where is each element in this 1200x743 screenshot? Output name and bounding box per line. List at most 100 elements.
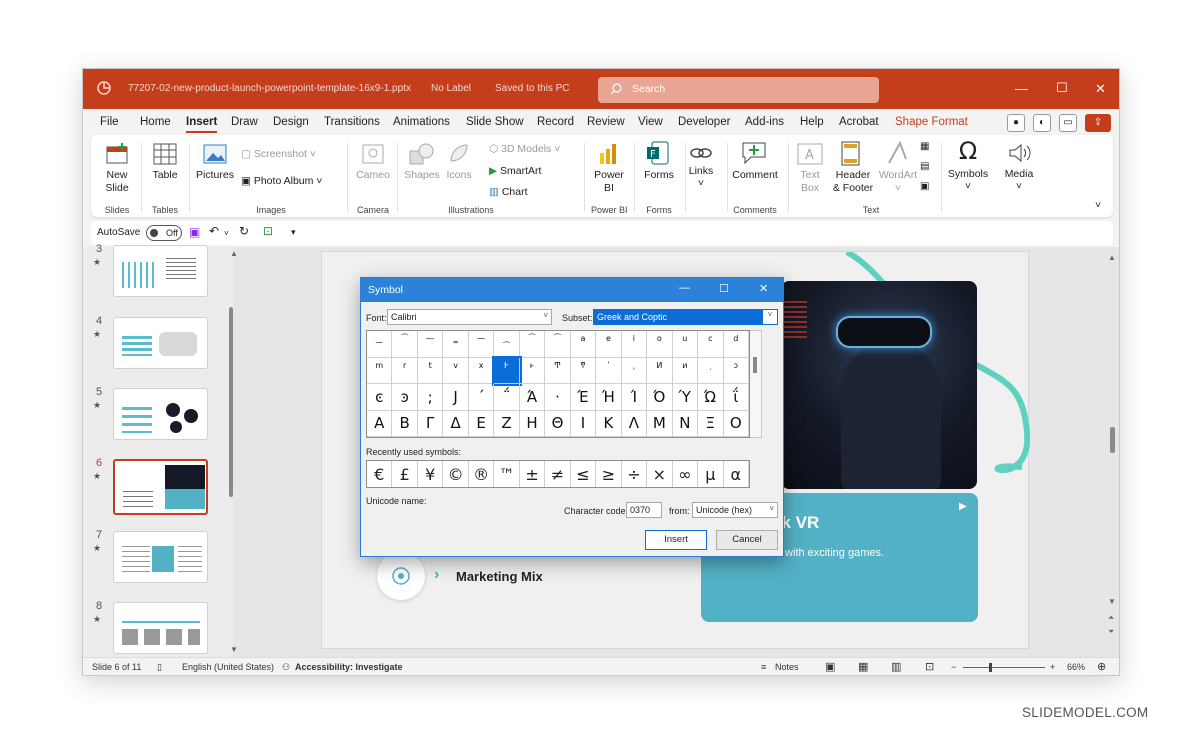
symbol-cell[interactable]: u — [672, 331, 699, 358]
menu-shape-format[interactable]: Shape Format — [895, 116, 968, 128]
fit-to-window-icon[interactable]: ⊕ — [1097, 660, 1106, 673]
reading-view-icon[interactable]: ▥ — [891, 660, 901, 673]
minimize-icon[interactable]: — — [1015, 81, 1028, 96]
forms-button[interactable]: Forms — [639, 169, 679, 181]
dialog-close-icon[interactable]: ✕ — [759, 282, 768, 295]
scroll-down-icon[interactable]: ▼ — [230, 645, 238, 654]
recent-symbol-cell[interactable]: ∞ — [673, 461, 699, 487]
symbol-grid-scrollbar[interactable] — [750, 330, 762, 438]
zoom-level[interactable]: 66% — [1067, 662, 1085, 672]
copilot-icon[interactable]: ◐ — [1033, 114, 1051, 132]
present-icon[interactable]: ⊡ — [263, 224, 273, 238]
comments-icon[interactable]: ▭ — [1059, 114, 1077, 132]
undo-dropdown-icon[interactable]: ˅ — [224, 229, 229, 238]
symbol-cell[interactable]: ͻ — [723, 357, 749, 384]
symbol-cell[interactable]: d — [723, 331, 749, 358]
slide-thumbnail-3[interactable] — [113, 245, 208, 297]
maximize-icon[interactable]: ☐ — [1056, 80, 1068, 96]
symbol-cell[interactable]: Γ — [417, 410, 444, 437]
symbol-cell[interactable]: ⁀ — [519, 331, 546, 358]
menu-animations[interactable]: Animations — [393, 116, 450, 128]
recent-symbol-cell[interactable]: ÷ — [622, 461, 648, 487]
recent-symbol-cell[interactable]: ≥ — [596, 461, 622, 487]
menu-developer[interactable]: Developer — [678, 116, 730, 128]
symbol-cell[interactable]: m — [367, 357, 393, 384]
symbol-cell[interactable]: Κ — [596, 410, 622, 437]
symbol-cell[interactable]: Ή — [596, 384, 622, 411]
symbol-cell[interactable]: ͷ — [672, 357, 699, 384]
menu-review[interactable]: Review — [587, 116, 625, 128]
ribbon-collapse-icon[interactable]: ˅ — [1095, 199, 1101, 211]
symbol-cell[interactable]: Ά — [519, 384, 546, 411]
symbol-cell[interactable]: Ώ — [698, 384, 724, 411]
menu-add-ins[interactable]: Add-ins — [745, 116, 784, 128]
notes-button[interactable]: Notes — [775, 662, 799, 672]
recent-symbol-cell[interactable]: © — [443, 461, 469, 487]
symbol-cell[interactable]: Ε — [468, 410, 495, 437]
symbol-cell[interactable]: ⁀ — [545, 331, 571, 358]
symbol-cell[interactable]: ― — [417, 331, 444, 358]
symbol-cell[interactable]: ͳ — [570, 357, 597, 384]
cancel-button[interactable]: Cancel — [716, 530, 778, 550]
symbol-cell[interactable]: ⁀ — [392, 331, 418, 358]
symbol-cell[interactable]: Ύ — [672, 384, 699, 411]
object-icon[interactable]: ▣ — [920, 181, 929, 192]
dialog-minimize-icon[interactable]: — — [679, 282, 690, 294]
slide-thumbnail-7[interactable] — [113, 531, 208, 583]
symbol-cell[interactable]: Δ — [443, 410, 469, 437]
symbol-cell[interactable]: a — [570, 331, 597, 358]
symbol-cell[interactable]: Β — [392, 410, 418, 437]
symbol-cell[interactable]: Ξ — [698, 410, 724, 437]
media-dropdown-icon[interactable]: ˅ — [997, 180, 1041, 192]
zoom-slider[interactable] — [963, 667, 1045, 668]
normal-view-icon[interactable]: ▣ — [825, 660, 835, 673]
menu-view[interactable]: View — [638, 116, 663, 128]
symbol-cell[interactable]: Έ — [570, 384, 597, 411]
symbol-cell[interactable]: ʹ — [596, 357, 622, 384]
recent-symbol-cell[interactable]: μ — [698, 461, 724, 487]
cameo-button[interactable]: Cameo — [354, 169, 392, 181]
from-select[interactable]: Unicode (hex) ˅ — [692, 502, 778, 518]
scroll-up-icon[interactable]: ▲ — [230, 249, 238, 258]
menu-design[interactable]: Design — [273, 116, 309, 128]
slide-sorter-icon[interactable]: ▦ — [858, 660, 868, 673]
close-icon[interactable]: ✕ — [1095, 81, 1106, 97]
symbol-cell[interactable]: ͺ — [698, 357, 724, 384]
media-button[interactable]: Media — [997, 168, 1041, 180]
slide-thumbnail-8[interactable] — [113, 602, 208, 654]
symbol-cell[interactable]: Ί — [621, 384, 648, 411]
save-icon[interactable]: ▣ — [189, 225, 200, 239]
comment-button[interactable]: Comment — [731, 169, 779, 181]
power-bi-label-2[interactable]: BI — [591, 182, 627, 194]
prev-slide-icon[interactable]: ⏶ — [1108, 613, 1114, 623]
header-footer-label-2[interactable]: & Footer — [831, 182, 875, 194]
shapes-button[interactable]: Shapes — [403, 169, 441, 181]
icons-button[interactable]: Icons — [440, 169, 478, 181]
recent-symbol-cell[interactable]: £ — [392, 461, 418, 487]
font-select[interactable]: Calibri ˅ — [387, 309, 552, 325]
recent-symbol-cell[interactable]: ® — [469, 461, 495, 487]
symbol-cell[interactable]: Η — [519, 410, 546, 437]
symbol-cell[interactable]: Ν — [672, 410, 699, 437]
recent-symbol-cell[interactable]: × — [647, 461, 673, 487]
thumbnail-scrollbar[interactable] — [229, 307, 233, 497]
symbol-cell[interactable]: ͵ — [621, 357, 648, 384]
record-icon[interactable]: ● — [1007, 114, 1025, 132]
autosave-toggle[interactable]: Off — [146, 225, 182, 241]
screenshot-button[interactable]: ▢ Screenshot ˅ — [241, 148, 316, 160]
symbol-cell[interactable]: Ͱ — [492, 355, 522, 386]
recent-symbol-cell[interactable]: α — [724, 461, 749, 487]
menu-draw[interactable]: Draw — [231, 116, 258, 128]
symbol-cell[interactable]: c — [698, 331, 724, 358]
date-time-icon[interactable]: ▦ — [920, 141, 929, 152]
symbols-dropdown-icon[interactable]: ˅ — [943, 180, 993, 192]
symbol-cell[interactable]: · — [545, 384, 571, 411]
character-code-input[interactable]: 0370 — [626, 502, 662, 518]
symbol-cell[interactable]: ͽ — [392, 384, 418, 411]
search-box[interactable]: Search — [598, 77, 879, 103]
share-icon[interactable]: ⇪ — [1085, 114, 1111, 132]
symbol-grid-scroll-thumb[interactable] — [753, 357, 757, 373]
menu-file[interactable]: File — [100, 116, 119, 128]
symbol-cell[interactable]: x — [468, 357, 495, 384]
power-bi-label-1[interactable]: Power — [591, 169, 627, 181]
